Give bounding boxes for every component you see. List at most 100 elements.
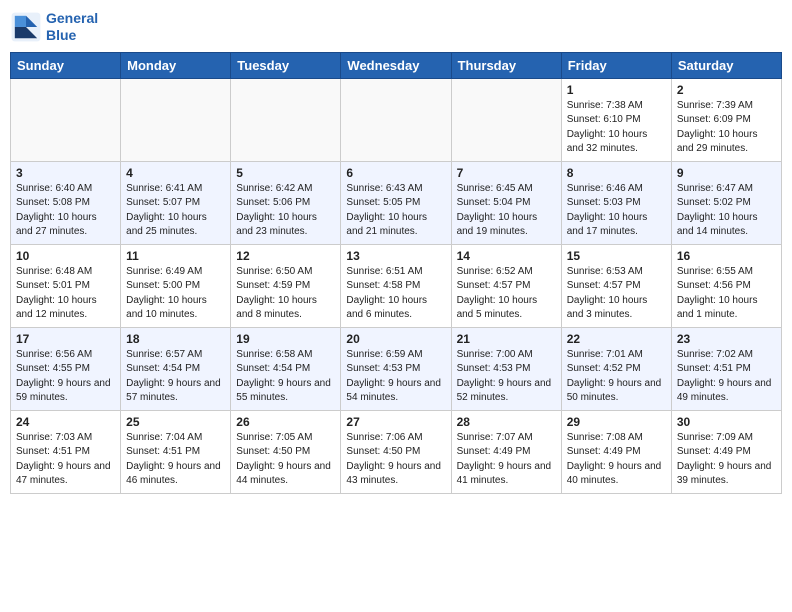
day-info: Sunrise: 7:02 AMSunset: 4:51 PMDaylight:… [677,348,776,406]
day-number: 28 [457,415,556,429]
day-info: Sunrise: 6:57 AMSunset: 4:54 PMDaylight:… [126,348,225,406]
day-info: Sunrise: 7:38 AMSunset: 6:10 PMDaylight:… [567,99,666,157]
calendar-cell: 6 Sunrise: 6:43 AMSunset: 5:05 PMDaylight… [341,161,451,244]
day-info: Sunrise: 6:42 AMSunset: 5:06 PMDaylight:… [236,182,335,240]
calendar-cell: 16 Sunrise: 6:55 AMSunset: 4:56 PMDayligh… [671,244,781,327]
col-header-tuesday: Tuesday [231,52,341,78]
calendar-cell: 5 Sunrise: 6:42 AMSunset: 5:06 PMDaylight… [231,161,341,244]
col-header-friday: Friday [561,52,671,78]
day-number: 3 [16,166,115,180]
day-number: 11 [126,249,225,263]
calendar-cell [341,78,451,161]
day-number: 2 [677,83,776,97]
day-number: 22 [567,332,666,346]
calendar-cell [451,78,561,161]
calendar-cell: 30 Sunrise: 7:09 AMSunset: 4:49 PMDayligh… [671,410,781,493]
day-number: 12 [236,249,335,263]
calendar-cell [231,78,341,161]
day-number: 9 [677,166,776,180]
calendar-cell: 22Sunrise: 7:01 AMSunset: 4:52 PMDayligh… [561,327,671,410]
day-number: 16 [677,249,776,263]
calendar-cell: 28Sunrise: 7:07 AMSunset: 4:49 PMDayligh… [451,410,561,493]
calendar-cell: 20 Sunrise: 6:59 AMSunset: 4:53 PMDayligh… [341,327,451,410]
calendar-cell: 23Sunrise: 7:02 AMSunset: 4:51 PMDayligh… [671,327,781,410]
calendar-cell [11,78,121,161]
calendar-header: SundayMondayTuesdayWednesdayThursdayFrid… [11,52,782,78]
calendar-cell: 7 Sunrise: 6:45 AMSunset: 5:04 PMDaylight… [451,161,561,244]
day-info: Sunrise: 7:39 AMSunset: 6:09 PMDaylight:… [677,99,776,157]
day-number: 21 [457,332,556,346]
calendar-cell: 21 Sunrise: 7:00 AMSunset: 4:53 PMDayligh… [451,327,561,410]
day-number: 13 [346,249,445,263]
day-number: 7 [457,166,556,180]
day-info: Sunrise: 6:48 AMSunset: 5:01 PMDaylight:… [16,265,115,323]
day-info: Sunrise: 7:09 AMSunset: 4:49 PMDaylight:… [677,431,776,489]
calendar-cell: 11Sunrise: 6:49 AMSunset: 5:00 PMDayligh… [121,244,231,327]
day-number: 25 [126,415,225,429]
day-number: 6 [346,166,445,180]
calendar-cell [121,78,231,161]
logo-icon [10,11,42,43]
calendar-cell: 4 Sunrise: 6:41 AMSunset: 5:07 PMDaylight… [121,161,231,244]
day-info: Sunrise: 7:06 AMSunset: 4:50 PMDaylight:… [346,431,445,489]
day-info: Sunrise: 6:41 AMSunset: 5:07 PMDaylight:… [126,182,225,240]
calendar-week-2: 3 Sunrise: 6:40 AMSunset: 5:08 PMDaylight… [11,161,782,244]
page-header: General Blue [10,10,782,44]
day-info: Sunrise: 6:52 AMSunset: 4:57 PMDaylight:… [457,265,556,323]
calendar-week-3: 10 Sunrise: 6:48 AMSunset: 5:01 PMDayligh… [11,244,782,327]
calendar-week-5: 24 Sunrise: 7:03 AMSunset: 4:51 PMDayligh… [11,410,782,493]
day-info: Sunrise: 6:59 AMSunset: 4:53 PMDaylight:… [346,348,445,406]
day-number: 14 [457,249,556,263]
day-info: Sunrise: 7:05 AMSunset: 4:50 PMDaylight:… [236,431,335,489]
day-number: 10 [16,249,115,263]
col-header-monday: Monday [121,52,231,78]
calendar-cell: 24 Sunrise: 7:03 AMSunset: 4:51 PMDayligh… [11,410,121,493]
calendar-table: SundayMondayTuesdayWednesdayThursdayFrid… [10,52,782,494]
col-header-thursday: Thursday [451,52,561,78]
day-number: 17 [16,332,115,346]
calendar-cell: 18 Sunrise: 6:57 AMSunset: 4:54 PMDayligh… [121,327,231,410]
calendar-cell: 27 Sunrise: 7:06 AMSunset: 4:50 PMDayligh… [341,410,451,493]
day-info: Sunrise: 7:03 AMSunset: 4:51 PMDaylight:… [16,431,115,489]
col-header-saturday: Saturday [671,52,781,78]
day-info: Sunrise: 6:50 AMSunset: 4:59 PMDaylight:… [236,265,335,323]
col-header-sunday: Sunday [11,52,121,78]
day-number: 8 [567,166,666,180]
day-number: 30 [677,415,776,429]
day-info: Sunrise: 6:56 AMSunset: 4:55 PMDaylight:… [16,348,115,406]
col-header-wednesday: Wednesday [341,52,451,78]
day-info: Sunrise: 7:08 AMSunset: 4:49 PMDaylight:… [567,431,666,489]
day-info: Sunrise: 7:04 AMSunset: 4:51 PMDaylight:… [126,431,225,489]
day-number: 24 [16,415,115,429]
day-info: Sunrise: 6:40 AMSunset: 5:08 PMDaylight:… [16,182,115,240]
day-number: 4 [126,166,225,180]
calendar-cell: 12 Sunrise: 6:50 AMSunset: 4:59 PMDayligh… [231,244,341,327]
day-number: 15 [567,249,666,263]
day-info: Sunrise: 6:46 AMSunset: 5:03 PMDaylight:… [567,182,666,240]
day-number: 1 [567,83,666,97]
day-info: Sunrise: 6:43 AMSunset: 5:05 PMDaylight:… [346,182,445,240]
day-info: Sunrise: 7:00 AMSunset: 4:53 PMDaylight:… [457,348,556,406]
day-number: 18 [126,332,225,346]
day-info: Sunrise: 6:55 AMSunset: 4:56 PMDaylight:… [677,265,776,323]
calendar-cell: 8 Sunrise: 6:46 AMSunset: 5:03 PMDaylight… [561,161,671,244]
calendar-cell: 10 Sunrise: 6:48 AMSunset: 5:01 PMDayligh… [11,244,121,327]
day-info: Sunrise: 6:47 AMSunset: 5:02 PMDaylight:… [677,182,776,240]
day-info: Sunrise: 6:51 AMSunset: 4:58 PMDaylight:… [346,265,445,323]
calendar-body: 1 Sunrise: 7:38 AMSunset: 6:10 PMDaylight… [11,78,782,493]
day-number: 26 [236,415,335,429]
calendar-cell: 1 Sunrise: 7:38 AMSunset: 6:10 PMDaylight… [561,78,671,161]
day-number: 27 [346,415,445,429]
logo: General Blue [10,10,98,44]
calendar-cell: 3 Sunrise: 6:40 AMSunset: 5:08 PMDaylight… [11,161,121,244]
day-info: Sunrise: 6:58 AMSunset: 4:54 PMDaylight:… [236,348,335,406]
day-info: Sunrise: 6:45 AMSunset: 5:04 PMDaylight:… [457,182,556,240]
calendar-cell: 26 Sunrise: 7:05 AMSunset: 4:50 PMDayligh… [231,410,341,493]
calendar-week-1: 1 Sunrise: 7:38 AMSunset: 6:10 PMDaylight… [11,78,782,161]
calendar-cell: 25 Sunrise: 7:04 AMSunset: 4:51 PMDayligh… [121,410,231,493]
day-number: 5 [236,166,335,180]
calendar-cell: 29Sunrise: 7:08 AMSunset: 4:49 PMDayligh… [561,410,671,493]
day-number: 20 [346,332,445,346]
calendar-cell: 15Sunrise: 6:53 AMSunset: 4:57 PMDayligh… [561,244,671,327]
calendar-cell: 9 Sunrise: 6:47 AMSunset: 5:02 PMDaylight… [671,161,781,244]
